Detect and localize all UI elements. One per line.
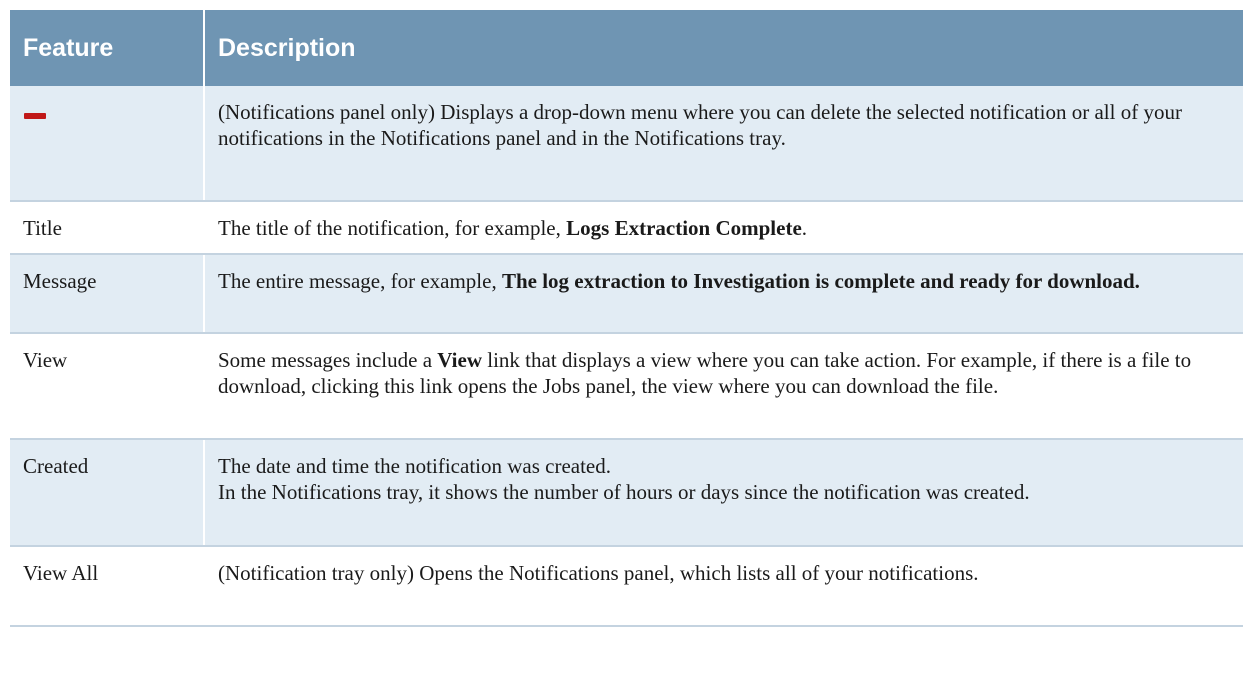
description-text: The title of the notification, for examp…: [218, 216, 567, 240]
feature-cell: View: [10, 333, 205, 440]
table-row: Message The entire message, for example,…: [10, 254, 1243, 334]
description-bold: Logs Extraction Complete: [566, 216, 802, 240]
table-row: Created The date and time the notificati…: [10, 439, 1243, 547]
feature-description-table: Feature Description (Notifications panel…: [10, 10, 1243, 627]
description-cell: The entire message, for example, The log…: [204, 254, 1243, 334]
description-cell: The title of the notification, for examp…: [204, 201, 1243, 255]
description-cell: Some messages include a View link that d…: [204, 333, 1243, 440]
description-text: Some messages include a: [218, 348, 438, 372]
header-description: Description: [204, 10, 1243, 86]
feature-cell: View All: [10, 546, 205, 627]
feature-cell: Title: [10, 201, 205, 255]
header-feature: Feature: [10, 10, 205, 86]
description-text: .: [801, 216, 808, 240]
feature-cell: Created: [10, 439, 205, 547]
description-bold: The log extraction to Investigation is c…: [501, 269, 1140, 293]
description-line: The date and time the notification was c…: [218, 454, 612, 478]
feature-table-container: Feature Description (Notifications panel…: [10, 10, 1243, 674]
table-row: Title The title of the notification, for…: [10, 201, 1243, 255]
description-bold: View: [437, 348, 482, 372]
minus-icon: [24, 113, 46, 119]
description-line: In the Notifications tray, it shows the …: [218, 480, 1030, 504]
description-cell: (Notifications panel only) Displays a dr…: [204, 86, 1243, 202]
description-cell: The date and time the notification was c…: [204, 439, 1243, 547]
description-cell: (Notification tray only) Opens the Notif…: [204, 546, 1243, 627]
feature-cell: Message: [10, 254, 205, 334]
feature-cell: [10, 86, 205, 202]
table-header-row: Feature Description: [10, 10, 1243, 86]
table-row: (Notifications panel only) Displays a dr…: [10, 86, 1243, 202]
description-text: The entire message, for example,: [218, 269, 502, 293]
table-row: View All (Notification tray only) Opens …: [10, 546, 1243, 627]
table-row: View Some messages include a View link t…: [10, 333, 1243, 440]
